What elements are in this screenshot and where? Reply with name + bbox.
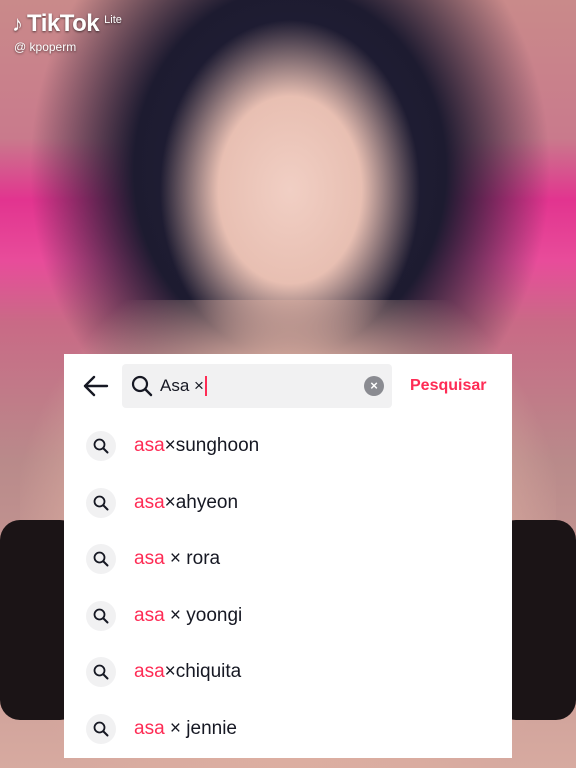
suggestion-rest: × rora — [164, 548, 221, 570]
suggestion-label: asa×sunghoon — [134, 435, 259, 457]
search-icon — [86, 487, 116, 518]
suggestion-item[interactable]: asa × yoongi — [64, 588, 512, 645]
suggestion-rest: ×sunghoon — [164, 435, 260, 457]
suggestion-label: asa×chiquita — [134, 661, 241, 683]
suggestion-list: asa×sunghoon asa×ahyeon asa × rora asa ×… — [64, 418, 512, 757]
search-panel: Asa × × Pesquisar asa×sunghoon asa×ahyeo… — [64, 354, 512, 758]
suggestion-rest: ×chiquita — [164, 661, 242, 683]
search-query: Asa × — [160, 376, 204, 395]
suggestion-highlight: asa — [134, 548, 165, 570]
back-button[interactable] — [72, 354, 120, 418]
suggestion-item[interactable]: asa × jennie — [64, 701, 512, 758]
search-bar: Asa × × Pesquisar — [64, 354, 512, 418]
search-icon — [124, 364, 160, 408]
watermark-edition: Lite — [104, 14, 122, 26]
search-submit-button[interactable]: Pesquisar — [410, 377, 486, 395]
suggestion-highlight: asa — [134, 717, 165, 739]
suggestion-label: asa × yoongi — [134, 605, 242, 627]
suggestion-label: asa × rora — [134, 548, 220, 570]
suggestion-item[interactable]: asa×ahyeon — [64, 475, 512, 532]
suggestion-highlight: asa — [134, 435, 165, 457]
suggestion-label: asa×ahyeon — [134, 492, 238, 514]
tiktok-watermark: ♪ TikTok Lite @ kpoperm — [12, 10, 122, 54]
search-icon — [86, 431, 116, 462]
search-icon — [86, 657, 116, 688]
tiktok-logo-icon: ♪ — [12, 11, 23, 36]
search-icon — [86, 600, 116, 631]
suggestion-highlight: asa — [134, 661, 165, 683]
suggestion-label: asa × jennie — [134, 718, 237, 740]
search-input[interactable]: Asa × × — [122, 364, 392, 408]
suggestion-rest: ×ahyeon — [164, 491, 239, 513]
arrow-left-icon — [83, 375, 109, 397]
search-icon — [86, 544, 116, 575]
suggestion-item[interactable]: asa×chiquita — [64, 644, 512, 701]
suggestion-rest: × jennie — [164, 717, 238, 739]
suggestion-item[interactable]: asa×sunghoon — [64, 418, 512, 475]
suggestion-highlight: asa — [134, 491, 165, 513]
suggestion-highlight: asa — [134, 604, 165, 626]
suggestion-item[interactable]: asa × rora — [64, 531, 512, 588]
watermark-username: @ kpoperm — [14, 40, 77, 54]
watermark-brand: TikTok — [27, 10, 100, 37]
text-caret — [204, 376, 207, 396]
suggestion-rest: × yoongi — [164, 604, 243, 626]
search-icon — [86, 713, 116, 744]
clear-circle-icon[interactable]: × — [364, 376, 384, 396]
